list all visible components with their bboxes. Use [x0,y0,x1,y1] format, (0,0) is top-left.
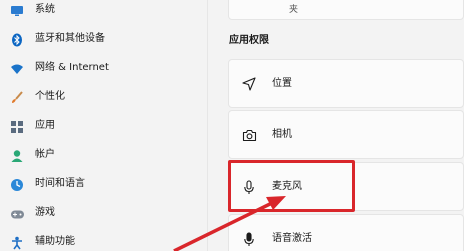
sidebar-item-label: 蓝牙和其他设备 [35,33,105,44]
settings-sidebar: 系统 蓝牙和其他设备 网络 & Internet 个性化 应用 帐户 时间和语言… [0,0,207,251]
highlight-box [228,160,355,212]
partial-card-text: 夹 [289,5,299,15]
brush-icon [9,90,25,106]
sidebar-item-label: 游戏 [35,207,55,218]
permission-card-voice-activation[interactable]: 语音激活 [228,214,464,251]
sidebar-item-label: 个性化 [35,91,65,102]
sidebar-item-label: 系统 [35,4,55,15]
sidebar-item-personalization[interactable]: 个性化 [0,84,207,112]
sidebar-item-gaming[interactable]: 游戏 [0,200,207,228]
sidebar-item-label: 时间和语言 [35,178,85,189]
sidebar-item-accessibility[interactable]: 辅助功能 [0,229,207,251]
sidebar-item-system[interactable]: 系统 [0,0,207,25]
voice-activation-icon [241,231,257,247]
sidebar-item-accounts[interactable]: 帐户 [0,142,207,170]
globe-clock-icon [9,177,25,193]
location-arrow-icon [241,76,257,92]
permission-label: 相机 [272,129,292,140]
camera-icon [241,127,257,143]
sidebar-item-apps[interactable]: 应用 [0,113,207,141]
accessibility-icon [9,235,25,251]
wifi-icon [9,61,25,77]
sidebar-item-label: 帐户 [35,149,55,160]
sidebar-item-label: 辅助功能 [35,236,75,247]
sidebar-item-bluetooth[interactable]: 蓝牙和其他设备 [0,26,207,54]
permission-label: 位置 [272,78,292,89]
gamepad-icon [9,206,25,222]
permission-card-camera[interactable]: 相机 [228,110,464,159]
sidebar-item-label: 网络 & Internet [35,62,109,73]
permission-card-location[interactable]: 位置 [228,59,464,108]
permission-label: 语音激活 [272,233,312,244]
apps-icon [9,119,25,135]
sidebar-item-time-language[interactable]: 时间和语言 [0,171,207,199]
section-title-app-permissions: 应用权限 [229,35,269,46]
sidebar-item-label: 应用 [35,120,55,131]
privacy-settings-pane: 夹 应用权限 位置 相机 麦克风 语音激活 [208,0,464,251]
person-icon [9,148,25,164]
sidebar-item-network[interactable]: 网络 & Internet [0,55,207,83]
monitor-icon [9,3,25,19]
partial-setting-card[interactable]: 夹 [228,0,464,20]
bluetooth-icon [9,32,25,48]
